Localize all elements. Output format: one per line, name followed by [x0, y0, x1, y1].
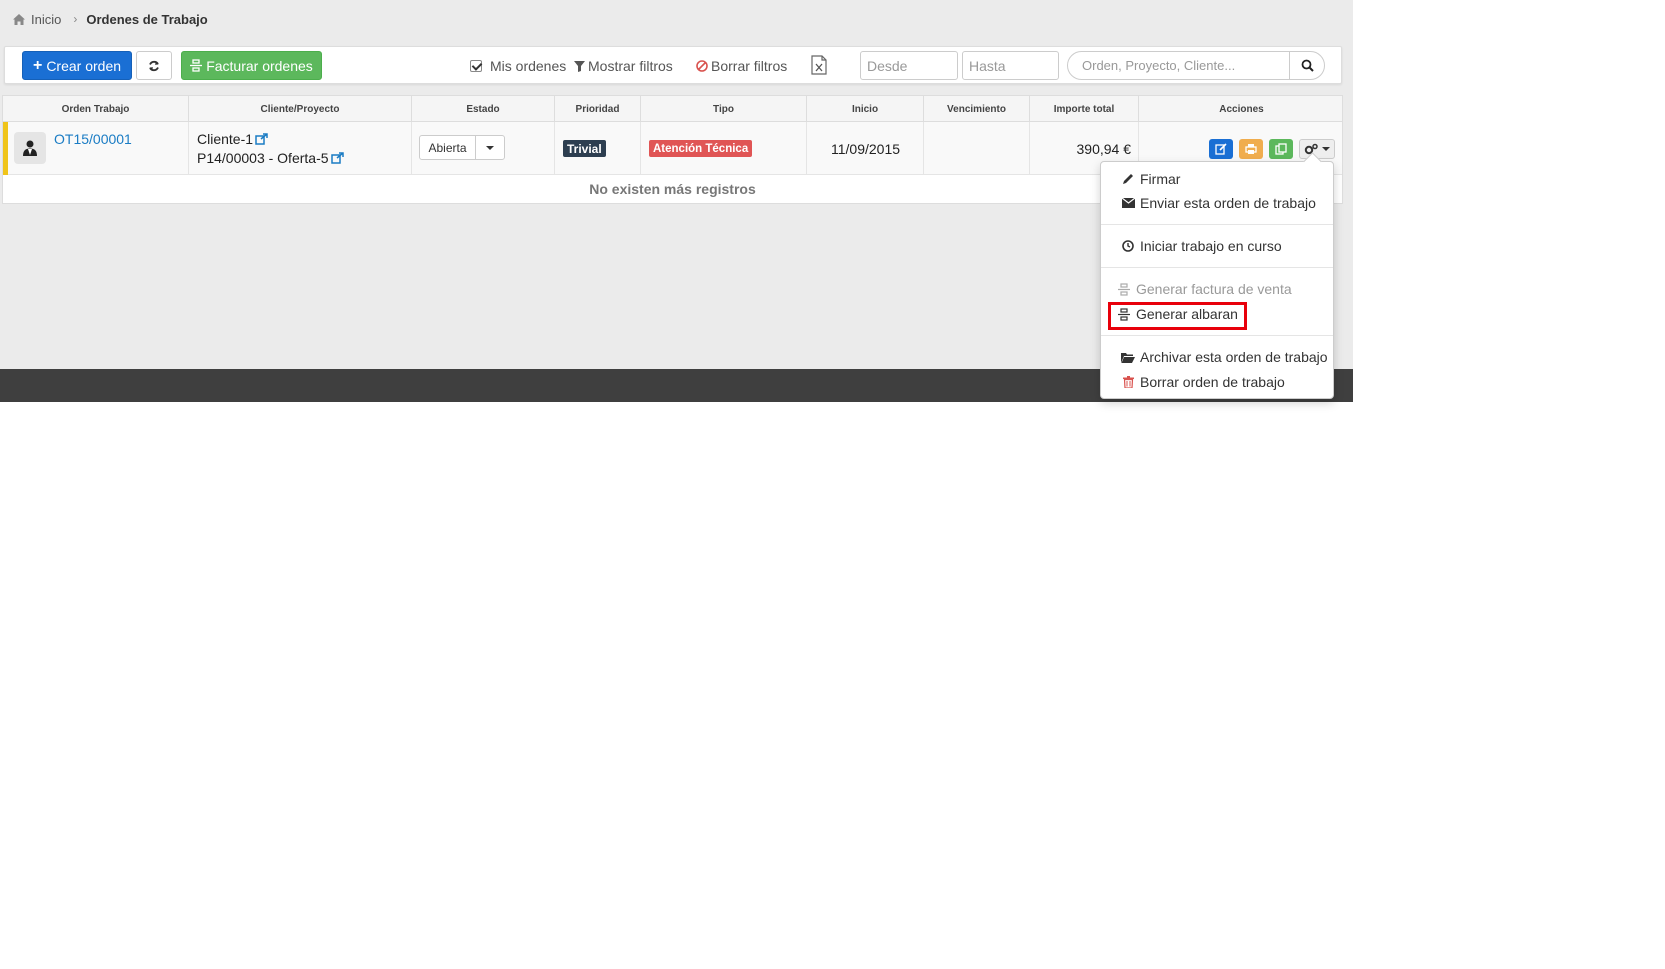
- type-cell: Atención Técnica: [641, 122, 807, 175]
- external-link-icon[interactable]: [330, 152, 344, 164]
- menu-item-send[interactable]: Enviar esta orden de trabajo: [1101, 192, 1333, 214]
- create-order-label: Crear orden: [46, 57, 122, 74]
- column-header[interactable]: Estado: [412, 96, 555, 122]
- search-input[interactable]: Orden, Proyecto, Cliente...: [1067, 51, 1325, 80]
- edit-icon: [1215, 143, 1227, 155]
- refresh-button[interactable]: [136, 51, 172, 80]
- user-icon: [23, 140, 37, 156]
- page-title: Ordenes de Trabajo: [86, 11, 208, 27]
- convert-icon: [1117, 282, 1131, 296]
- filter-icon: [574, 60, 585, 72]
- menu-item-label: Firmar: [1140, 171, 1181, 187]
- column-header[interactable]: Tipo: [641, 96, 807, 122]
- column-header[interactable]: Cliente/Proyecto: [189, 96, 412, 122]
- convert-icon: [190, 59, 203, 72]
- column-header[interactable]: Importe total: [1030, 96, 1139, 122]
- actions-dropdown-menu: Firmar Enviar esta orden de trabajo Inic…: [1100, 161, 1334, 399]
- due-date-cell: [924, 122, 1030, 175]
- menu-item-start-work[interactable]: Iniciar trabajo en curso: [1101, 235, 1333, 257]
- search-button[interactable]: [1289, 52, 1324, 79]
- menu-divider: [1101, 224, 1333, 225]
- column-header[interactable]: Inicio: [807, 96, 924, 122]
- envelope-icon: [1121, 196, 1135, 210]
- search-placeholder: Orden, Proyecto, Cliente...: [1082, 58, 1236, 73]
- excel-file-icon: [811, 55, 827, 75]
- edit-button[interactable]: [1209, 139, 1233, 159]
- priority-cell: Trivial: [555, 122, 641, 175]
- refresh-icon: [149, 60, 159, 71]
- breadcrumb-home[interactable]: Inicio: [31, 12, 61, 27]
- order-link[interactable]: OT15/00001: [54, 131, 132, 147]
- column-header[interactable]: Orden Trabajo: [3, 96, 189, 122]
- chevron-down-icon[interactable]: [476, 136, 504, 159]
- column-header[interactable]: Vencimiento: [924, 96, 1030, 122]
- priority-badge: Trivial: [563, 140, 606, 157]
- chevron-right-icon: ›: [73, 12, 78, 26]
- toolbar: + Crear orden Facturar ordenes Mis orden…: [4, 46, 1342, 84]
- column-header: Acciones: [1219, 103, 1264, 115]
- menu-item-delete[interactable]: Borrar orden de trabajo: [1101, 371, 1333, 393]
- menu-divider: [1101, 335, 1333, 336]
- menu-item-label: Enviar esta orden de trabajo: [1140, 195, 1316, 211]
- menu-divider: [1101, 267, 1333, 268]
- menu-item-archive[interactable]: Archivar esta orden de trabajo: [1101, 346, 1333, 368]
- breadcrumb: Inicio › Ordenes de Trabajo: [12, 10, 208, 28]
- invoice-orders-label: Facturar ordenes: [206, 57, 313, 74]
- menu-item-sign[interactable]: Firmar: [1101, 168, 1333, 190]
- avatar: [14, 132, 46, 164]
- show-filters-label: Mostrar filtros: [588, 58, 673, 74]
- export-excel-button[interactable]: [811, 55, 827, 75]
- copy-icon: [1275, 143, 1287, 155]
- folder-open-icon: [1121, 350, 1135, 364]
- my-orders-label: Mis ordenes: [490, 58, 567, 74]
- print-button[interactable]: [1239, 139, 1263, 159]
- status-label[interactable]: Abierta: [420, 136, 476, 159]
- my-orders-filter[interactable]: Mis ordenes: [470, 57, 566, 75]
- total-amount: 390,94 €: [1076, 141, 1132, 157]
- start-date: 11/09/2015: [830, 141, 901, 157]
- menu-item-label: Generar factura de venta: [1136, 281, 1292, 297]
- print-icon: [1245, 144, 1257, 154]
- client-project-cell: Cliente-1 P14/00003 - Oferta-5: [189, 122, 412, 175]
- order-cell: OT15/00001: [3, 122, 189, 175]
- menu-item-label: Borrar orden de trabajo: [1140, 374, 1285, 390]
- from-date-placeholder: Desde: [867, 57, 908, 74]
- show-filters-button[interactable]: Mostrar filtros: [574, 57, 673, 75]
- clock-icon: [1121, 239, 1135, 253]
- home-icon[interactable]: [12, 13, 26, 26]
- clear-filters-label: Borrar filtros: [711, 58, 788, 74]
- from-date-input[interactable]: Desde: [860, 51, 958, 80]
- status-cell: Abierta: [412, 122, 555, 175]
- table-header: Orden Trabajo Cliente/Proyecto Estado Pr…: [3, 96, 1342, 122]
- create-order-button[interactable]: + Crear orden: [22, 51, 132, 80]
- pencil-icon: [1121, 172, 1135, 186]
- external-link-icon[interactable]: [255, 133, 268, 145]
- chevron-down-icon: [1322, 147, 1330, 151]
- invoice-orders-button[interactable]: Facturar ordenes: [181, 51, 322, 80]
- to-date-input[interactable]: Hasta: [962, 51, 1059, 80]
- plus-icon: +: [32, 56, 43, 74]
- menu-item-label: Archivar esta orden de trabajo: [1140, 349, 1328, 365]
- highlight-box: [1108, 302, 1247, 330]
- search-icon: [1301, 59, 1314, 72]
- to-date-placeholder: Hasta: [969, 57, 1006, 74]
- trash-icon: [1121, 375, 1135, 389]
- menu-item-generate-invoice: Generar factura de venta: [1101, 278, 1333, 300]
- menu-item-label: Iniciar trabajo en curso: [1140, 238, 1282, 254]
- client-name: Cliente-1: [197, 131, 254, 147]
- status-dropdown[interactable]: Abierta: [419, 135, 505, 160]
- start-date-cell: 11/09/2015: [807, 122, 924, 175]
- duplicate-button[interactable]: [1269, 139, 1293, 159]
- project-name: P14/00003 - Oferta-5: [197, 150, 329, 166]
- my-orders-checkbox[interactable]: [470, 60, 482, 72]
- type-badge: Atención Técnica: [649, 140, 753, 157]
- clear-filters-button[interactable]: Borrar filtros: [696, 57, 787, 75]
- column-header[interactable]: Prioridad: [555, 96, 641, 122]
- ban-icon: [696, 60, 708, 72]
